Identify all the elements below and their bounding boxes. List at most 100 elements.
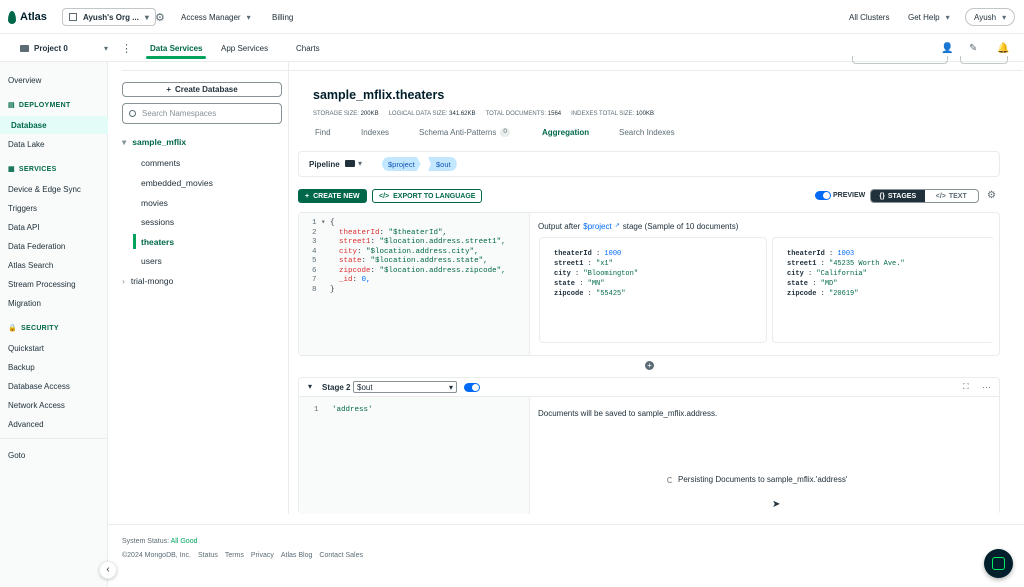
code-line[interactable]: 5 state: "$location.address.state", bbox=[312, 257, 506, 267]
billing-link[interactable]: Billing bbox=[272, 0, 293, 34]
nav-data-lake[interactable]: Data Lake bbox=[8, 140, 44, 149]
folder-icon bbox=[20, 44, 29, 52]
preview-toggle[interactable] bbox=[815, 191, 831, 200]
export-language-button[interactable]: </> EXPORT TO LANGUAGE bbox=[372, 189, 483, 203]
nav-quickstart[interactable]: Quickstart bbox=[8, 344, 44, 353]
chat-assistant-button[interactable] bbox=[984, 549, 1013, 578]
code-icon: </> bbox=[935, 192, 946, 200]
nav-stream-processing[interactable]: Stream Processing bbox=[8, 280, 76, 289]
org-settings-icon[interactable]: ⚙ bbox=[155, 0, 165, 34]
expand-icon[interactable]: ⛶ bbox=[963, 382, 969, 392]
footer-link-privacy[interactable]: Privacy bbox=[251, 552, 274, 559]
nav-overview[interactable]: Overview bbox=[8, 76, 41, 85]
nav-atlas-search[interactable]: Atlas Search bbox=[8, 261, 53, 270]
stage-pill-project[interactable]: $project bbox=[382, 157, 421, 171]
footer-link-terms[interactable]: Terms bbox=[225, 552, 244, 559]
db-trial-mongo[interactable]: › trial-mongo bbox=[122, 276, 173, 286]
building-icon bbox=[69, 13, 77, 21]
nav-triggers[interactable]: Triggers bbox=[8, 204, 37, 213]
create-new-button[interactable]: + CREATE NEW bbox=[298, 189, 367, 203]
footer-link-blog[interactable]: Atlas Blog bbox=[281, 552, 313, 559]
more-vertical-icon[interactable]: ⋮ bbox=[121, 34, 132, 62]
access-manager-menu[interactable]: Access Manager bbox=[181, 0, 251, 34]
nav-data-federation[interactable]: Data Federation bbox=[8, 242, 65, 251]
code-line[interactable]: 8 } bbox=[312, 286, 506, 296]
code-line[interactable]: 1 ▾ { bbox=[312, 219, 506, 229]
footer-link-contact[interactable]: Contact Sales bbox=[319, 552, 363, 559]
nav-database-access[interactable]: Database Access bbox=[8, 382, 70, 391]
code-line[interactable]: 3 street1: "$location.address.street1", bbox=[312, 238, 506, 248]
tab-app-services[interactable]: App Services bbox=[221, 34, 268, 62]
code-line[interactable]: 4 city: "$location.address.city", bbox=[312, 248, 506, 258]
document-card: theaterId : 1000 street1 : "x1" city : "Bl… bbox=[539, 237, 767, 343]
user-menu[interactable]: Ayush bbox=[965, 8, 1016, 26]
services-icon: ▦ bbox=[8, 166, 15, 173]
tab-find[interactable]: Find bbox=[315, 128, 331, 137]
footer-link-status[interactable]: Status bbox=[198, 552, 218, 559]
chevron-down-icon bbox=[946, 13, 950, 22]
collection-item[interactable]: comments bbox=[141, 158, 180, 168]
collection-item[interactable]: embedded_movies bbox=[141, 178, 213, 188]
stage-2-code[interactable]: 1 'address' bbox=[314, 406, 373, 416]
org-selector[interactable]: Ayush's Org ... bbox=[62, 8, 156, 26]
text-toggle[interactable]: </> TEXT bbox=[925, 190, 979, 202]
tab-indexes[interactable]: Indexes bbox=[361, 128, 389, 137]
nav-advanced[interactable]: Advanced bbox=[8, 420, 44, 429]
tab-charts[interactable]: Charts bbox=[296, 34, 320, 62]
get-help-menu[interactable]: Get Help bbox=[908, 0, 950, 34]
chevron-down-icon: ▾ bbox=[122, 137, 127, 147]
tab-aggregation[interactable]: Aggregation bbox=[542, 128, 589, 137]
active-indicator bbox=[133, 234, 136, 249]
nav-data-api[interactable]: Data API bbox=[8, 223, 40, 232]
atlas-logo[interactable]: Atlas bbox=[8, 0, 47, 34]
collapse-chevron-icon[interactable]: ▾ bbox=[308, 382, 312, 391]
persisting-status: Persisting Documents to sample_mflix.'ad… bbox=[667, 475, 847, 484]
code-line[interactable]: 7 _id: 0, bbox=[312, 276, 506, 286]
code-line[interactable]: 6 zipcode: "$location.address.zipcode", bbox=[312, 267, 506, 277]
collapse-nav-button[interactable]: ‹ bbox=[99, 561, 117, 579]
db-sample-mflix[interactable]: ▾ sample_mflix bbox=[122, 137, 186, 148]
chevron-down-icon: ▾ bbox=[448, 382, 453, 392]
stage-link[interactable]: $project bbox=[583, 222, 611, 231]
chevron-right-icon: › bbox=[122, 276, 125, 286]
nav-database[interactable]: Database bbox=[0, 116, 108, 134]
stat-logical-size: LOGICAL DATA SIZE: 341.62KB bbox=[388, 111, 476, 117]
saved-message: Documents will be saved to sample_mflix.… bbox=[538, 409, 718, 418]
top-control[interactable] bbox=[852, 56, 948, 64]
project-selector[interactable]: Project 0 bbox=[20, 34, 68, 62]
pipeline-folder-menu[interactable] bbox=[345, 159, 362, 168]
document-field: zipcode : "55425" bbox=[554, 290, 626, 298]
stage-enable-toggle[interactable] bbox=[464, 383, 480, 392]
nav-backup[interactable]: Backup bbox=[8, 363, 35, 372]
chevron-down-icon[interactable] bbox=[104, 34, 108, 62]
stages-toggle[interactable]: {} STAGES bbox=[871, 190, 925, 202]
tab-data-services[interactable]: Data Services bbox=[145, 34, 208, 62]
tab-search-indexes[interactable]: Search Indexes bbox=[619, 128, 675, 137]
collection-item-active[interactable]: theaters bbox=[141, 237, 174, 247]
nav-migration[interactable]: Migration bbox=[8, 299, 41, 308]
all-clusters-link[interactable]: All Clusters bbox=[849, 0, 889, 34]
create-database-button[interactable]: + Create Database bbox=[122, 82, 282, 97]
document-field: street1 : "45235 Worth Ave." bbox=[787, 260, 905, 268]
plus-icon: + bbox=[166, 85, 171, 94]
top-control[interactable] bbox=[960, 56, 1008, 64]
gear-icon[interactable]: ⚙ bbox=[987, 190, 996, 201]
services-heading: ▦ SERVICES bbox=[8, 165, 57, 174]
collection-item[interactable]: users bbox=[141, 256, 162, 266]
collection-item[interactable]: sessions bbox=[141, 217, 174, 227]
nav-network-access[interactable]: Network Access bbox=[8, 401, 65, 410]
more-horizontal-icon[interactable]: … bbox=[982, 380, 991, 390]
stage-operator-select[interactable]: $out ▾ bbox=[353, 381, 457, 393]
stage-pill-out[interactable]: $out bbox=[428, 157, 457, 171]
status-value[interactable]: All Good bbox=[171, 538, 198, 545]
chevron-down-icon bbox=[145, 13, 149, 22]
namespace-search-input[interactable]: Search Namespaces bbox=[122, 103, 282, 124]
code-line[interactable]: 2 theaterId: "$theaterId", bbox=[312, 229, 506, 239]
tab-schema-anti-patterns[interactable]: Schema Anti-Patterns 0 bbox=[419, 128, 510, 137]
nav-goto[interactable]: Goto bbox=[8, 451, 25, 460]
stage-1-code[interactable]: 1 ▾ {2 theaterId: "$theaterId", 3 street1… bbox=[312, 219, 506, 295]
nav-device-edge-sync[interactable]: Device & Edge Sync bbox=[8, 185, 81, 194]
collection-item[interactable]: movies bbox=[141, 198, 168, 208]
add-stage-icon[interactable]: + bbox=[645, 361, 654, 370]
assistant-icon bbox=[992, 557, 1005, 570]
